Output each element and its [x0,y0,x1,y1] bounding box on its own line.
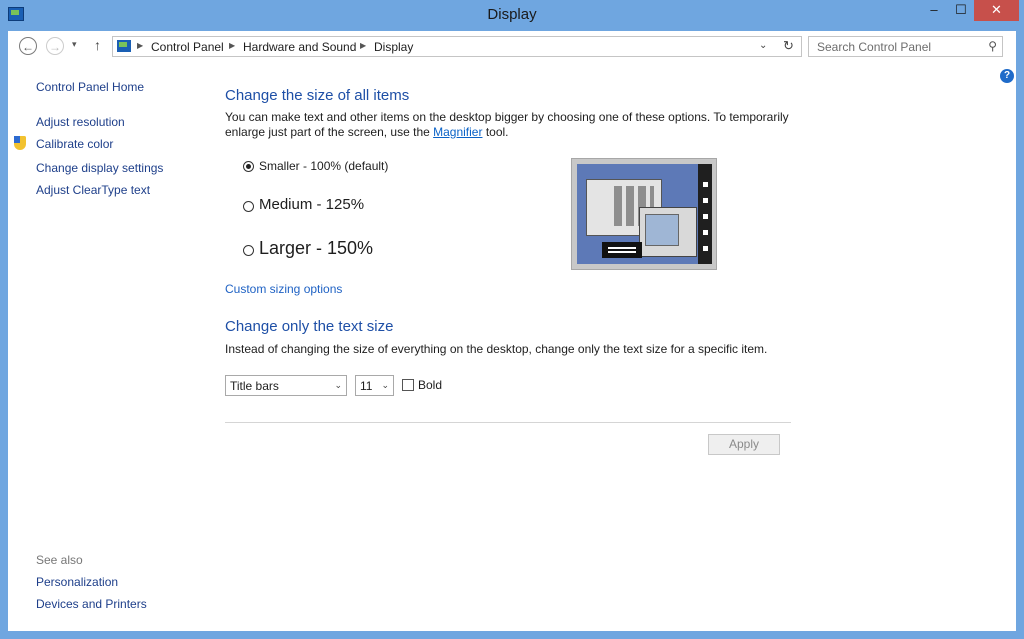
address-bar[interactable]: ▶ Control Panel ▶ Hardware and Sound ▶ D… [112,36,802,57]
content-area: ? Control Panel Home Adjust resolution C… [8,61,1016,631]
see-also-personalization[interactable]: Personalization [36,575,118,589]
see-also-label: See also [36,553,83,567]
chevron-down-icon: ⌄ [334,380,342,390]
search-input[interactable] [815,39,979,55]
radio-button[interactable] [243,245,254,256]
sidebar-item-change-display-settings[interactable]: Change display settings [36,161,163,175]
item-select-value: Title bars [230,379,279,393]
preview-tray-icon [703,214,708,219]
text-size-select[interactable]: 11 ⌄ [355,375,394,396]
recent-locations-chevron-icon[interactable]: ▾ [72,39,77,50]
radio-smaller-label: Smaller - 100% (default) [259,159,389,173]
sidebar-item-calibrate-color[interactable]: Calibrate color [36,137,113,151]
apply-button[interactable]: Apply [708,434,780,455]
item-select[interactable]: Title bars ⌄ [225,375,347,396]
text-size-description: Instead of changing the size of everythi… [225,342,768,356]
maximize-button[interactable]: ☐ [948,0,974,21]
size-description-end: tool. [482,125,509,139]
help-icon[interactable]: ? [1000,69,1014,83]
heading-change-text-size: Change only the text size [225,318,394,335]
see-also-devices-and-printers[interactable]: Devices and Printers [36,597,147,611]
sidebar-item-adjust-cleartype[interactable]: Adjust ClearType text [36,183,150,197]
preview-window-content [645,214,679,246]
forward-arrow-icon[interactable]: → [46,37,64,55]
breadcrumb-display[interactable]: Display [374,40,413,54]
sidebar-item-adjust-resolution[interactable]: Adjust resolution [36,115,125,129]
breadcrumb-separator-icon[interactable]: ▶ [360,41,366,50]
display-window: Display – ☐ ✕ ← → ▾ ↑ ▶ Control Panel ▶ … [0,0,1024,639]
preview-window [639,207,697,257]
radio-button-selected[interactable] [243,161,254,172]
preview-tooltip [602,242,642,258]
search-box[interactable]: ⚲ [808,36,1003,57]
heading-change-size: Change the size of all items [225,87,410,104]
close-button[interactable]: ✕ [974,0,1019,21]
preview-tray-icon [703,198,708,203]
radio-medium-label: Medium - 125% [259,196,365,213]
text-size-select-value: 11 [360,379,373,393]
window-title: Display [487,6,537,23]
preview-taskbar [698,164,712,264]
radio-button[interactable] [243,201,254,212]
breadcrumb-hardware-and-sound[interactable]: Hardware and Sound [243,40,356,54]
title-bar: Display – ☐ ✕ [0,0,1024,30]
control-panel-icon [117,40,131,52]
divider [225,422,791,423]
magnifier-link[interactable]: Magnifier [433,125,482,139]
sidebar-item-control-panel-home[interactable]: Control Panel Home [36,80,144,94]
shield-icon [14,136,26,150]
radio-larger-label: Larger - 150% [259,238,374,258]
preview-tray-icon [703,182,708,187]
preview-tray-icon [703,246,708,251]
navigation-bar: ← → ▾ ↑ ▶ Control Panel ▶ Hardware and S… [8,31,1016,61]
size-description: You can make text and other items on the… [225,110,790,140]
breadcrumb-separator-icon[interactable]: ▶ [137,41,143,50]
preview-desktop [577,164,698,264]
refresh-icon[interactable]: ↻ [783,38,794,54]
breadcrumb-separator-icon[interactable]: ▶ [229,41,235,50]
custom-sizing-link[interactable]: Custom sizing options [225,282,342,296]
display-preview-image [571,158,717,270]
up-arrow-icon[interactable]: ↑ [94,37,101,53]
bold-checkbox-label[interactable]: Bold [418,378,442,392]
breadcrumb-control-panel[interactable]: Control Panel [151,40,224,54]
preview-tray-icon [703,230,708,235]
chevron-down-icon: ⌄ [381,380,389,390]
address-dropdown-icon[interactable]: ⌄ [759,40,767,51]
minimize-button[interactable]: – [920,0,948,21]
search-icon[interactable]: ⚲ [988,39,997,53]
back-arrow-icon[interactable]: ← [19,37,37,55]
bold-checkbox[interactable] [402,379,414,391]
